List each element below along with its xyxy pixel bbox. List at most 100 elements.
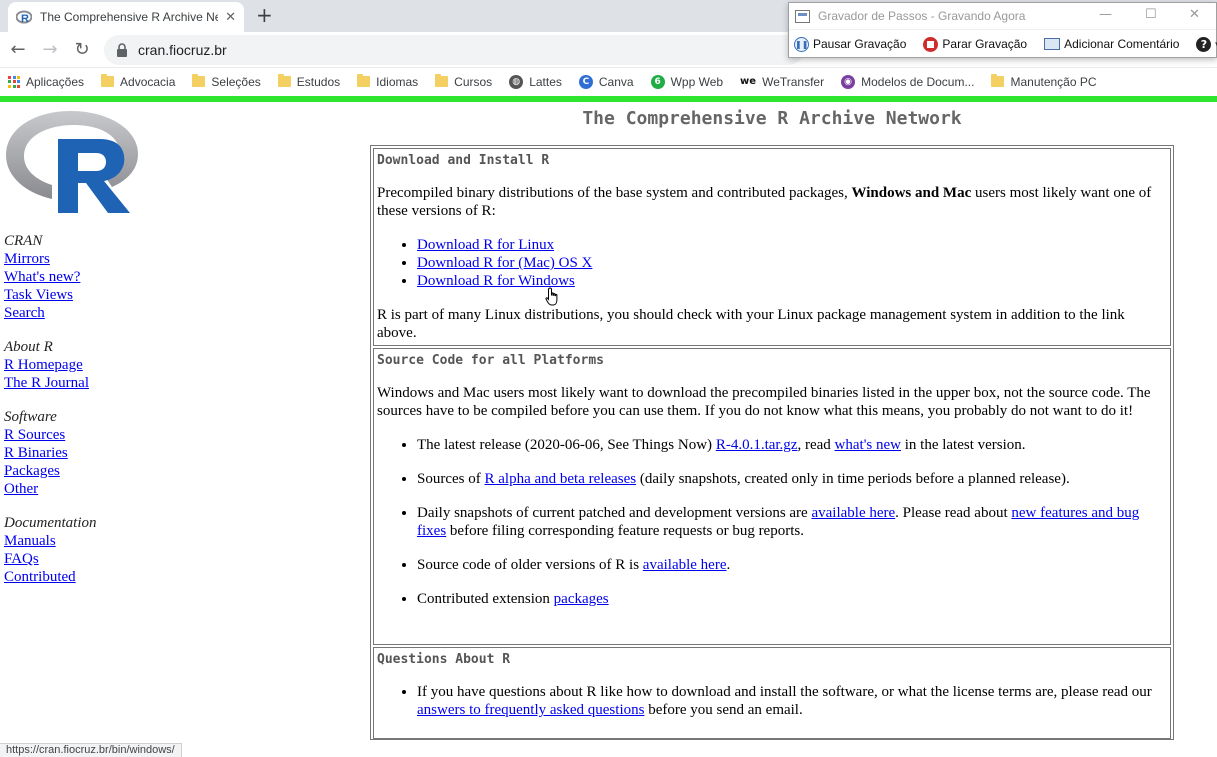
item-text: before you send an email. [644,702,803,718]
bookmark-idiomas[interactable]: Idiomas [357,74,419,89]
bookmark-label: Lattes [529,74,562,89]
item-text: Contributed extension [417,591,554,607]
maximize-icon[interactable]: ☐ [1145,7,1157,22]
sidebar-link-faqs[interactable]: FAQs [4,550,204,568]
forward-icon[interactable]: → [38,38,62,62]
list-item: Contributed extension packages [417,590,1167,608]
hand-cursor-icon [545,287,558,306]
download-list: Download R for Linux Download R for (Mac… [417,236,1167,290]
bookmark-label: Seleções [211,74,261,89]
list-item: Download R for Linux [417,236,1167,254]
sidebar-link-contributed[interactable]: Contributed [4,568,204,586]
help-button[interactable]: ? ▼ [1196,36,1217,52]
stop-recording-button[interactable]: Parar Gravação [923,36,1028,52]
r-logo[interactable] [4,107,138,213]
alpha-beta-link[interactable]: R alpha and beta releases [485,471,637,487]
bookmark-selecoes[interactable]: Seleções [192,74,261,89]
minimize-icon[interactable]: — [1099,7,1112,22]
add-comment-button[interactable]: Adicionar Comentário [1044,37,1179,51]
questions-list: If you have questions about R like how t… [417,683,1167,719]
bookmark-modelos[interactable]: ◉ Modelos de Docum... [841,74,974,89]
folder-icon [991,74,1005,87]
recorder-toolbar: ❚❚ Pausar Gravação Parar Gravação Adicio… [789,30,1217,58]
bookmark-canva[interactable]: C Canva [578,74,634,89]
bookmark-label: Manutenção PC [1010,74,1097,89]
back-icon[interactable]: ← [6,38,30,62]
download-heading: Download and Install R [377,153,550,168]
sidebar-link-task-views[interactable]: Task Views [4,286,204,304]
sidebar-link-r-journal[interactable]: The R Journal [4,374,204,392]
r-tarball-link[interactable]: R-4.0.1.tar.gz [716,437,798,453]
sidebar-link-r-homepage[interactable]: R Homepage [4,356,204,374]
bookmark-label: Aplicações [26,74,85,89]
bookmark-wetransfer[interactable]: we WeTransfer [740,75,824,89]
sidebar-link-search[interactable]: Search [4,304,204,322]
wetransfer-icon: we [740,76,757,87]
comment-icon [1044,38,1061,50]
dropdown-arrow-icon: ▼ [1213,40,1217,49]
pause-label: Pausar Gravação [813,37,907,51]
item-text: If you have questions about R like how t… [417,684,1152,700]
new-tab-icon[interactable]: + [256,3,273,27]
recorder-title: Gravador de Passos - Gravando Agora [818,9,1026,23]
item-text: Daily snapshots of current patched and d… [417,505,812,521]
list-item: Download R for (Mac) OS X [417,254,1167,272]
bookmark-label: Estudos [296,74,341,89]
list-item: Sources of R alpha and beta releases (da… [417,470,1167,488]
older-versions-link[interactable]: available here [643,557,727,573]
snapshots-link[interactable]: available here [811,505,895,521]
pause-recording-button[interactable]: ❚❚ Pausar Gravação [794,36,907,52]
sidebar-heading-cran: CRAN [4,233,43,249]
reload-icon[interactable]: ↻ [70,38,94,62]
item-text: . [726,557,731,573]
stop-label: Parar Gravação [942,37,1028,51]
bookmark-wpp-web[interactable]: 6 Wpp Web [650,74,723,89]
sidebar-link-other[interactable]: Other [4,480,204,498]
bookmark-cursos[interactable]: Cursos [435,74,492,89]
lock-icon [117,43,127,57]
download-linux-link[interactable]: Download R for Linux [417,237,554,253]
sidebar: CRAN Mirrors What's new? Task Views Sear… [4,232,204,602]
sidebar-link-manuals[interactable]: Manuals [4,532,204,550]
sidebar-heading-documentation: Documentation [4,515,97,531]
address-bar[interactable]: cran.fiocruz.br [104,35,804,65]
bookmark-apps[interactable]: Aplicações [8,75,84,89]
bookmark-advocacia[interactable]: Advocacia [101,74,176,89]
sidebar-link-packages[interactable]: Packages [4,462,204,480]
sidebar-heading-software: Software [4,409,57,425]
questions-heading: Questions About R [377,652,511,667]
apps-icon [8,75,20,88]
item-text: before filing corresponding feature requ… [446,523,804,539]
list-item: Daily snapshots of current patched and d… [417,504,1167,540]
sidebar-link-mirrors[interactable]: Mirrors [4,250,204,268]
bookmark-label: Idiomas [376,74,419,89]
sidebar-link-r-sources[interactable]: R Sources [4,426,204,444]
steps-recorder-window: Gravador de Passos - Gravando Agora — ☐ … [788,2,1217,58]
recorder-app-icon [795,9,810,23]
faq-link[interactable]: answers to frequently asked questions [417,702,644,718]
bookmark-label: WeTransfer [762,74,825,89]
packages-link[interactable]: packages [554,591,609,607]
item-text: Source code of older versions of R is [417,557,643,573]
tab-close-icon[interactable]: ✕ [225,10,236,25]
recorder-titlebar: Gravador de Passos - Gravando Agora — ☐ … [789,3,1216,30]
list-item: The latest release (2020-06-06, See Thin… [417,436,1167,454]
url-text: cran.fiocruz.br [138,42,227,58]
stop-icon [923,36,939,52]
bookmark-lattes[interactable]: ◍ Lattes [509,74,562,89]
tab-cran[interactable]: R The Comprehensive R Archive Ne ✕ [8,2,244,32]
bookmark-label: Advocacia [120,74,176,89]
sidebar-link-r-binaries[interactable]: R Binaries [4,444,204,462]
source-intro: Windows and Mac users most likely want t… [377,385,1151,419]
bookmark-manutencao[interactable]: Manutenção PC [991,74,1097,89]
list-item: Source code of older versions of R is av… [417,556,1167,574]
window-close-icon[interactable]: ✕ [1189,7,1200,22]
sidebar-link-whats-new[interactable]: What's new? [4,268,204,286]
download-mac-link[interactable]: Download R for (Mac) OS X [417,255,592,271]
bookmarks-bar: Aplicações Advocacia Seleções Estudos Id… [0,68,1217,95]
item-text: (daily snapshots, created only in time p… [636,471,1070,487]
folder-icon [357,74,371,87]
bookmark-estudos[interactable]: Estudos [277,74,341,89]
source-list: The latest release (2020-06-06, See Thin… [417,436,1167,608]
whats-new-link[interactable]: what's new [835,437,901,453]
